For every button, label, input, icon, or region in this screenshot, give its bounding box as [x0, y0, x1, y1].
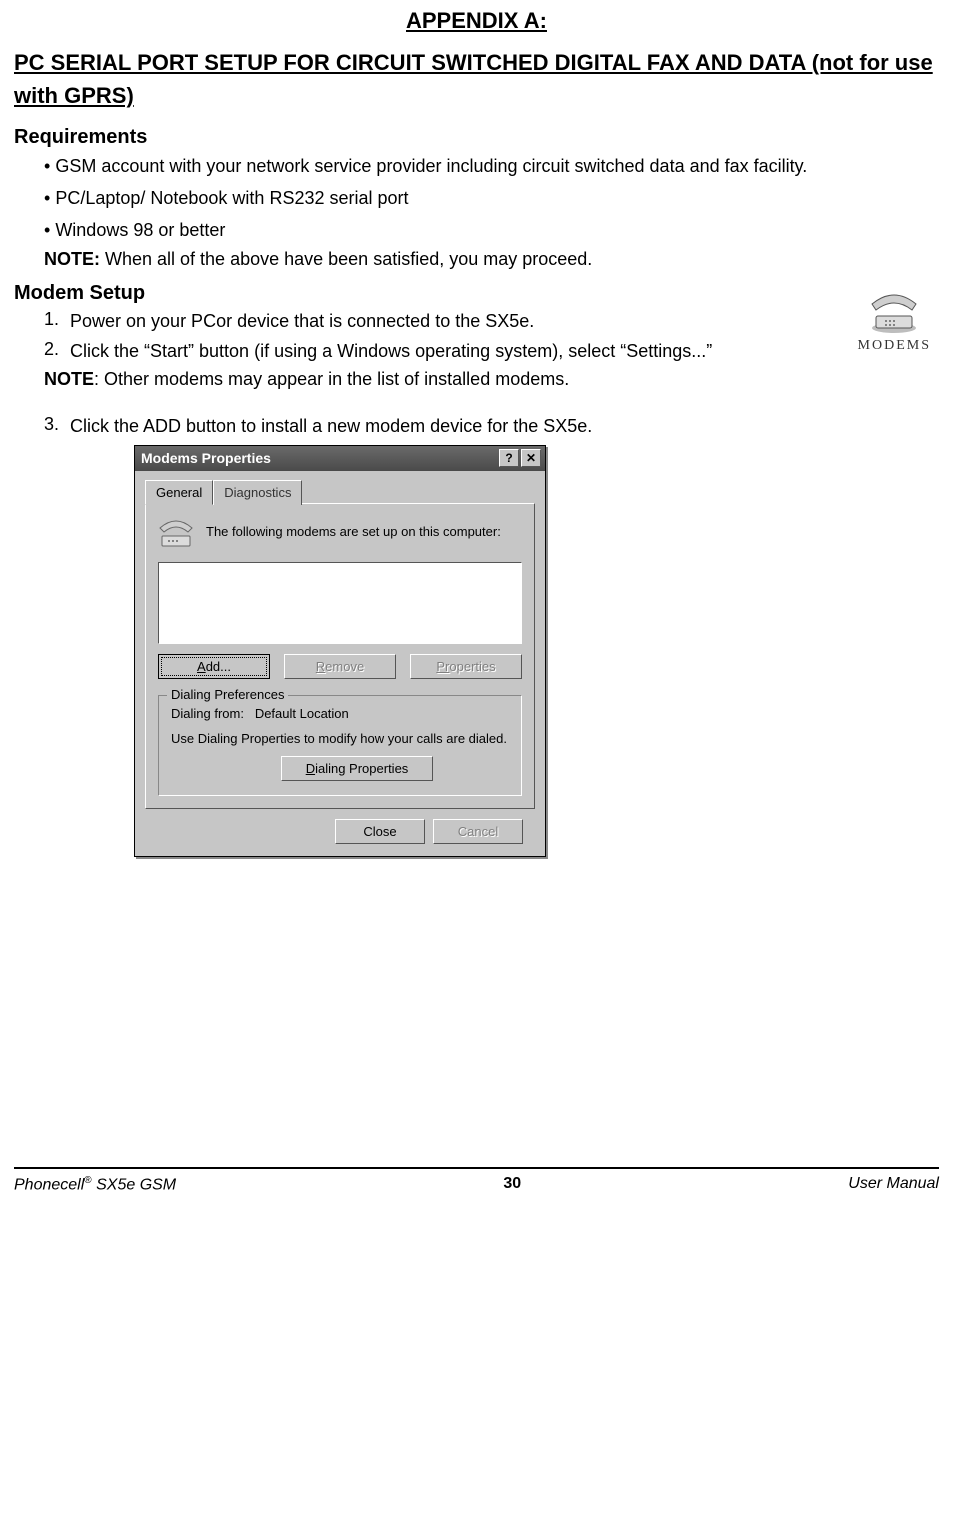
dialing-preferences-group: Dialing Preferences Dialing from: Defaul… — [158, 695, 522, 796]
note-text: When all of the above have been satisfie… — [100, 249, 592, 269]
step-item: 1. Power on your PCor device that is con… — [44, 309, 744, 333]
close-button[interactable]: Close — [335, 819, 425, 844]
footer-left: Phonecell® SX5e GSM — [14, 1175, 176, 1194]
close-window-button[interactable]: ✕ — [521, 449, 541, 467]
dialing-from-value: Default Location — [255, 706, 349, 721]
requirement-item: • PC/Laptop/ Notebook with RS232 serial … — [44, 185, 939, 213]
properties-button[interactable]: Properties — [410, 654, 522, 679]
footer-page-number: 30 — [503, 1175, 521, 1194]
step-number: 2. — [44, 339, 70, 363]
section-title: PC SERIAL PORT SETUP FOR CIRCUIT SWITCHE… — [14, 46, 939, 112]
requirement-text: PC/Laptop/ Notebook with RS232 serial po… — [55, 188, 408, 208]
step-item: 2. Click the “Start” button (if using a … — [44, 339, 744, 363]
cancel-button[interactable]: Cancel — [433, 819, 523, 844]
modems-properties-dialog: Modems Properties ? ✕ General Diagnostic… — [134, 445, 546, 857]
step-text: Power on your PCor device that is connec… — [70, 309, 744, 333]
appendix-title: APPENDIX A: — [14, 8, 939, 34]
modems-icon-block: MODEMS — [858, 290, 931, 354]
requirements-note: NOTE: When all of the above have been sa… — [44, 249, 939, 270]
tab-general[interactable]: General — [145, 480, 213, 505]
dialing-from-row: Dialing from: Default Location — [171, 706, 509, 721]
page-footer: Phonecell® SX5e GSM 30 User Manual — [14, 1167, 939, 1194]
dialing-help-text: Use Dialing Properties to modify how you… — [171, 731, 509, 746]
note-text: : Other modems may appear in the list of… — [94, 369, 569, 389]
dialing-properties-button[interactable]: Dialing Properties — [281, 756, 433, 781]
dialing-from-label: Dialing from: — [171, 706, 244, 721]
phone-modem-icon — [866, 290, 922, 334]
group-legend: Dialing Preferences — [167, 687, 288, 702]
modem-small-icon — [158, 518, 194, 552]
modems-icon-caption: MODEMS — [858, 338, 931, 354]
step-text: Click the “Start” button (if using a Win… — [70, 339, 744, 363]
step-number: 1. — [44, 309, 70, 333]
tab-strip: General Diagnostics — [145, 479, 535, 504]
requirements-heading: Requirements — [14, 126, 939, 149]
note-label: NOTE: — [44, 249, 100, 269]
remove-button[interactable]: Remove — [284, 654, 396, 679]
footer-right: User Manual — [848, 1175, 939, 1194]
help-button[interactable]: ? — [499, 449, 519, 467]
step-item: 3. Click the ADD button to install a new… — [44, 414, 939, 438]
step-number: 3. — [44, 414, 70, 438]
requirements-list: • GSM account with your network service … — [44, 153, 939, 245]
modem-note: NOTE: Other modems may appear in the lis… — [44, 369, 939, 390]
step-text: Click the ADD button to install a new mo… — [70, 414, 939, 438]
dialog-titlebar: Modems Properties ? ✕ — [135, 446, 545, 471]
requirement-item: • GSM account with your network service … — [44, 153, 939, 181]
requirement-text: GSM account with your network service pr… — [55, 156, 807, 176]
add-button[interactable]: Add... — [158, 654, 270, 679]
dialog-title: Modems Properties — [141, 450, 497, 466]
modem-setup-heading: Modem Setup — [14, 282, 939, 305]
installed-modems-listbox[interactable] — [158, 562, 522, 644]
note-label: NOTE — [44, 369, 94, 389]
tab-diagnostics[interactable]: Diagnostics — [213, 480, 302, 505]
dialog-description: The following modems are set up on this … — [206, 518, 501, 539]
requirement-item: • Windows 98 or better — [44, 217, 939, 245]
tab-panel-general: The following modems are set up on this … — [145, 503, 535, 809]
requirement-text: Windows 98 or better — [55, 220, 225, 240]
